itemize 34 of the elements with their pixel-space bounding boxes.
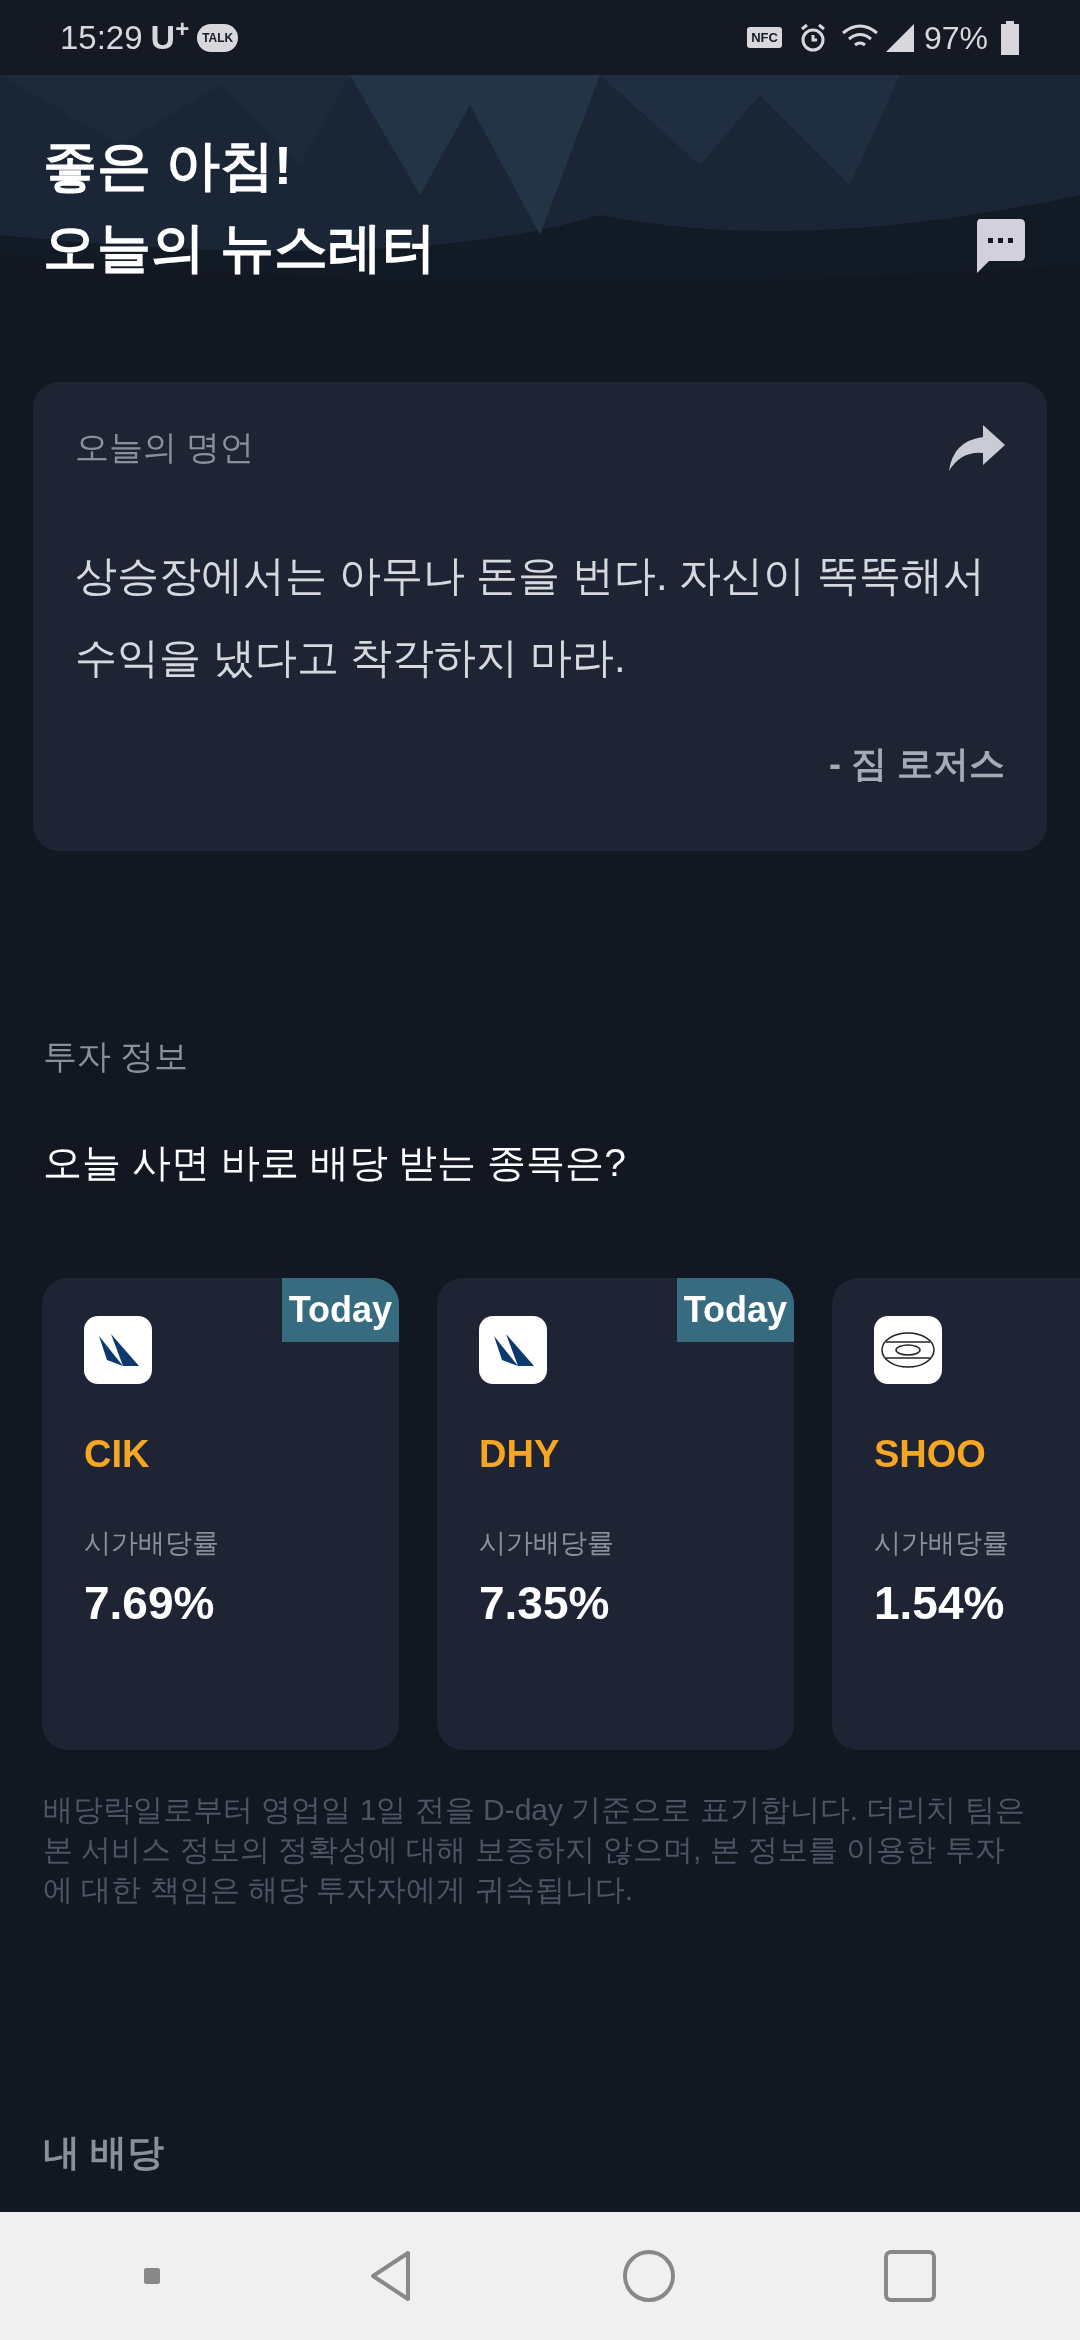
stock-ticker: SHOO: [874, 1431, 987, 1477]
quote-text: 상승장에서는 아무나 돈을 번다. 자신이 똑똑해서 수익을 냈다고 착각하지 마라.: [75, 551, 986, 683]
carrier-label: U$^{+}$: [150, 14, 190, 58]
talk-badge: TALK: [197, 23, 239, 52]
metric-label: 시가배당률: [84, 1526, 220, 1560]
section-heading: 오늘 사면 바로 배당 받는 종목은?: [43, 1140, 627, 1186]
stock-ticker: DHY: [479, 1431, 561, 1477]
stock-card[interactable]: Today CIK 시가배당률 7.69%: [42, 1277, 399, 1750]
clock: 15:29: [60, 17, 143, 58]
dividend-yield: 7.69%: [84, 1576, 216, 1631]
oval-emblem-icon: [880, 1329, 936, 1370]
my-dividends-label: 내 배당: [43, 2130, 166, 2175]
chat-icon[interactable]: [975, 219, 1025, 273]
newsletter-title: 오늘의 뉴스레터: [43, 217, 437, 277]
nfc-badge: NFC: [747, 26, 782, 49]
stock-card[interactable]: Today DHY 시가배당률 7.35%: [437, 1277, 794, 1750]
battery-icon: [1000, 20, 1020, 55]
section-label: 투자 정보: [43, 1036, 190, 1077]
disclaimer-text: 배당락일로부터 영업일 1일 전을 D-day 기준으로 표기합니다. 더리치 팀은 본 서비스 정보의 정확성에 대해 보증하지 않으며, 본 정보를 이용한 투자에 대한 책임은 해당 투자자에게 귀속됩니다.: [43, 1791, 1025, 1908]
quote-label: 오늘의 명언: [75, 427, 255, 468]
metric-label: 시가배당률: [874, 1526, 1010, 1560]
battery-percent: 97%: [923, 18, 988, 58]
stock-card[interactable]: SHOO 시가배당률 1.54%: [832, 1277, 1080, 1750]
metric-label: 시가배당률: [479, 1526, 615, 1560]
today-badge: Today: [676, 1277, 794, 1342]
quote-author: - 짐 로저스: [829, 742, 1005, 786]
share-icon[interactable]: [949, 424, 1005, 471]
dividend-yield: 7.35%: [479, 1576, 611, 1631]
home-icon[interactable]: [622, 2249, 676, 2303]
recents-icon[interactable]: [884, 2250, 936, 2302]
dividend-yield: 1.54%: [874, 1576, 1006, 1631]
greeting-title: 좋은 아침!: [43, 135, 293, 195]
today-badge: Today: [281, 1277, 399, 1342]
stock-ticker: CIK: [84, 1431, 151, 1477]
